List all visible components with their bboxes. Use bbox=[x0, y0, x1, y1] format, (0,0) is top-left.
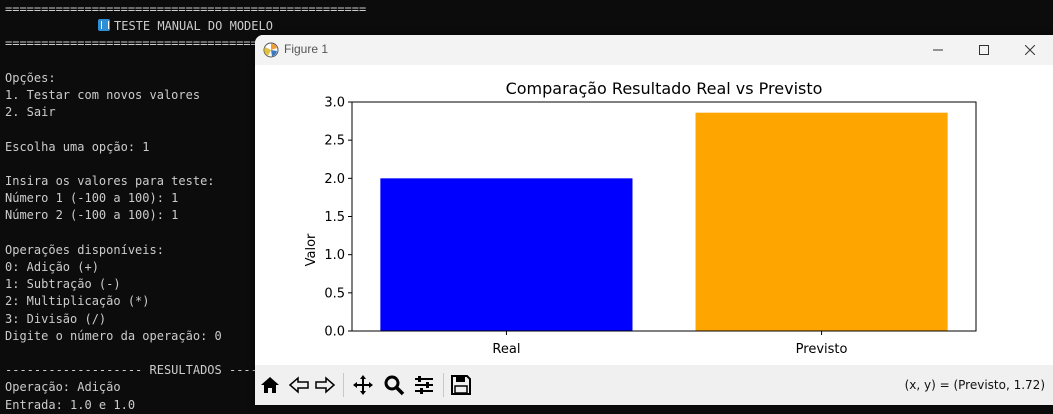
title-bar[interactable]: Figure 1 bbox=[255, 35, 1053, 65]
toolbar-separator bbox=[443, 373, 444, 397]
maximize-icon bbox=[979, 45, 989, 55]
numbers-emoji-icon bbox=[98, 19, 110, 32]
zoom-button[interactable] bbox=[382, 373, 406, 397]
bar-previsto bbox=[695, 112, 948, 331]
bar-real bbox=[380, 178, 633, 331]
terminal-banner: TESTE MANUAL DO MODELO bbox=[98, 18, 273, 35]
terminal-line: Entrada: 1.0 e 1.0 bbox=[5, 397, 136, 412]
terminal-line: Operação: Adição bbox=[5, 380, 121, 395]
pan-icon bbox=[353, 375, 373, 395]
forward-button[interactable] bbox=[313, 373, 337, 397]
save-button[interactable] bbox=[449, 373, 473, 397]
y-tick-label: 2.5 bbox=[324, 134, 345, 149]
banner-text: TESTE MANUAL DO MODELO bbox=[114, 19, 273, 34]
matplotlib-icon bbox=[263, 42, 279, 58]
terminal-line: 1: Subtração (-) bbox=[5, 277, 121, 292]
terminal-line: Número 2 (-100 a 100): 1 bbox=[5, 208, 179, 223]
x-tick-label: Real bbox=[492, 342, 520, 357]
maximize-button[interactable] bbox=[961, 35, 1007, 65]
navigation-toolbar: (x, y) = (Previsto, 1.72) bbox=[255, 365, 1053, 405]
terminal-line: Opções: bbox=[5, 70, 56, 85]
terminal-line: 0: Adição (+) bbox=[5, 260, 99, 274]
bar-chart: Comparação Resultado Real vs Previsto Va… bbox=[304, 79, 977, 357]
y-axis-label: Valor bbox=[304, 233, 319, 266]
chart-title: Comparação Resultado Real vs Previsto bbox=[506, 79, 823, 98]
home-button[interactable] bbox=[258, 373, 282, 397]
y-tick-label: 3.0 bbox=[324, 96, 345, 111]
terminal-line: Digite o número da operação: 0 bbox=[5, 328, 222, 343]
terminal-line: 1. Testar com novos valores bbox=[5, 88, 201, 102]
terminal-line: ========================================… bbox=[5, 2, 367, 16]
y-tick-label: 2.0 bbox=[324, 172, 345, 187]
terminal-line: 2. Sair bbox=[5, 105, 56, 120]
terminal-line: Escolha uma opção: 1 bbox=[5, 139, 150, 154]
configure-subplots-button[interactable] bbox=[412, 373, 436, 397]
terminal-line: Operações disponíveis: bbox=[5, 242, 164, 257]
y-tick-label: 1.0 bbox=[324, 248, 345, 263]
forward-arrow-icon bbox=[315, 376, 336, 394]
pan-button[interactable] bbox=[351, 373, 375, 397]
window-title: Figure 1 bbox=[284, 42, 329, 56]
x-tick-label: Previsto bbox=[796, 342, 848, 357]
terminal-line: 3: Divisão (/) bbox=[5, 311, 107, 326]
minimize-button[interactable] bbox=[915, 35, 961, 65]
toolbar-separator bbox=[343, 373, 344, 397]
close-button[interactable] bbox=[1007, 35, 1053, 65]
terminal-line: Número 1 (-100 a 100): 1 bbox=[5, 191, 179, 206]
back-button[interactable] bbox=[287, 373, 311, 397]
y-tick-label: 0.5 bbox=[324, 286, 345, 301]
figure-canvas[interactable]: Comparação Resultado Real vs Previsto Va… bbox=[255, 65, 1053, 365]
figure-window: Figure 1 Comparação Resultado Real vs Pr… bbox=[255, 35, 1053, 405]
home-icon bbox=[261, 377, 279, 393]
save-icon bbox=[451, 375, 471, 395]
configure-subplots-icon bbox=[415, 376, 433, 394]
terminal-line: 2: Multiplicação (*) bbox=[5, 294, 150, 309]
y-tick-label: 0.0 bbox=[324, 325, 345, 340]
close-icon bbox=[1025, 45, 1035, 55]
terminal-line: Insira os valores para teste: bbox=[5, 174, 215, 188]
zoom-icon bbox=[384, 375, 405, 396]
back-arrow-icon bbox=[288, 376, 309, 394]
minimize-icon bbox=[933, 49, 943, 51]
y-tick-label: 1.5 bbox=[324, 210, 345, 225]
cursor-coordinates: (x, y) = (Previsto, 1.72) bbox=[904, 378, 1045, 392]
